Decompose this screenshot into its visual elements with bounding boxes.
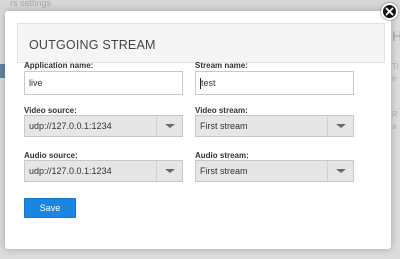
save-button[interactable]: Save [24, 198, 76, 218]
application-name-label: Application name: [24, 61, 94, 70]
video-stream-dropdown-button[interactable] [327, 116, 353, 136]
chevron-down-icon [164, 169, 175, 173]
outgoing-stream-dialog: OUTGOING STREAM Application name: live S… [5, 11, 391, 249]
audio-stream-dropdown-button[interactable] [327, 161, 353, 181]
video-source-select[interactable]: udp://127.0.0.1:1234 [24, 115, 183, 137]
video-source-label: Video source: [24, 106, 77, 115]
stream-name-label: Stream name: [195, 61, 248, 70]
audio-stream-select[interactable]: First stream [195, 160, 354, 182]
video-stream-label: Video stream: [195, 106, 248, 115]
video-stream-select[interactable]: First stream [195, 115, 354, 137]
audio-stream-value: First stream [200, 166, 248, 176]
video-stream-value: First stream [200, 121, 248, 131]
close-icon [385, 7, 394, 16]
chevron-down-icon [164, 124, 175, 128]
dialog-header: OUTGOING STREAM [17, 23, 385, 63]
audio-source-value: udp://127.0.0.1:1234 [29, 166, 112, 176]
audio-source-label: Audio source: [24, 151, 78, 160]
application-name-value: live [29, 78, 43, 88]
audio-source-dropdown-button[interactable] [156, 161, 182, 181]
close-button[interactable] [381, 3, 398, 20]
audio-source-select[interactable]: udp://127.0.0.1:1234 [24, 160, 183, 182]
application-name-input[interactable]: live [24, 71, 183, 95]
chevron-down-icon [335, 169, 346, 173]
audio-stream-label: Audio stream: [195, 151, 249, 160]
video-source-dropdown-button[interactable] [156, 116, 182, 136]
chevron-down-icon [335, 124, 346, 128]
video-source-value: udp://127.0.0.1:1234 [29, 121, 112, 131]
stream-name-input[interactable]: test [195, 71, 354, 95]
stream-name-value: test [201, 78, 216, 88]
dialog-title: OUTGOING STREAM [29, 38, 156, 52]
